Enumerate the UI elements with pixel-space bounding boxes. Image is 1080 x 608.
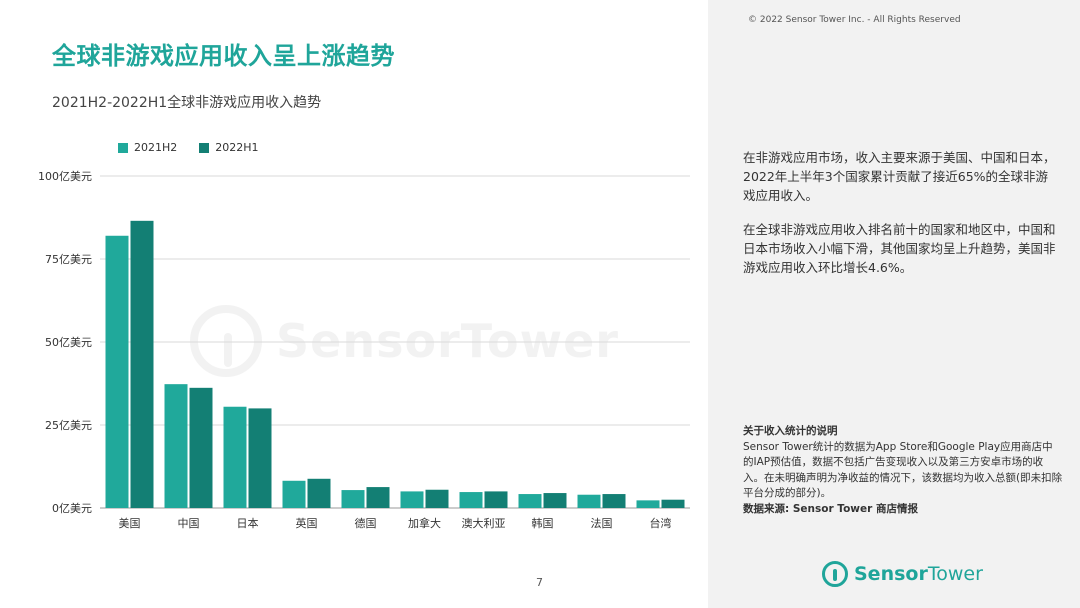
notes-heading: 关于收入统计的说明 <box>743 425 838 437</box>
bar <box>223 406 247 508</box>
bar <box>636 500 660 508</box>
y-tick-label: 75亿美元 <box>45 253 92 266</box>
x-tick-label: 加拿大 <box>408 516 441 530</box>
legend-label-2022h1: 2022H1 <box>215 141 259 154</box>
bar <box>602 494 626 508</box>
x-tick-label: 中国 <box>178 517 200 530</box>
summary-paragraph-1: 在非游戏应用市场，收入主要来源于美国、中国和日本，2022年上半年3个国家累计贡… <box>743 150 1056 203</box>
x-tick-label: 澳大利亚 <box>462 516 506 530</box>
bar <box>518 494 542 508</box>
bar <box>189 387 213 508</box>
bar <box>484 491 508 508</box>
bar <box>425 489 449 508</box>
x-tick-label: 日本 <box>237 516 259 530</box>
bar <box>282 480 306 508</box>
bar <box>577 494 601 508</box>
sensor-tower-logo-icon <box>822 561 848 587</box>
bar <box>661 499 685 508</box>
page-number: 7 <box>536 576 543 589</box>
chart-title: 2021H2-2022H1全球非游戏应用收入趋势 <box>52 95 322 111</box>
legend-label-2021h2: 2021H2 <box>134 141 178 154</box>
bar <box>130 220 154 508</box>
logo-text-sensor: Sensor <box>854 563 928 585</box>
notes-body: Sensor Tower统计的数据为App Store和Google Play应… <box>743 440 1063 500</box>
bar-chart: 0亿美元 25亿美元 50亿美元 75亿美元 100亿美元美国 中国 日本 英国 德国 加拿大 澳大… <box>38 170 690 530</box>
legend-item-2022h1: 2022H1 <box>199 141 259 154</box>
summary-paragraph-2: 在全球非游戏应用收入排名前十的国家和地区中，中国和日本市场收入小幅下滑，其他国家… <box>743 222 1056 275</box>
bar <box>543 493 567 508</box>
sensor-tower-logo: SensorTower <box>822 561 983 587</box>
bar <box>307 478 331 508</box>
bar <box>341 490 365 508</box>
x-tick-label: 德国 <box>355 516 377 530</box>
bar <box>164 384 188 508</box>
page-title: 全球非游戏应用收入呈上涨趋势 <box>52 42 395 70</box>
x-tick-label: 美国 <box>119 517 141 530</box>
x-tick-label: 台湾 <box>650 516 672 530</box>
data-source: 数据来源: Sensor Tower 商店情报 <box>743 502 918 515</box>
x-tick-label: 法国 <box>591 516 613 530</box>
logo-text-tower: Tower <box>927 563 983 585</box>
bar <box>105 235 129 508</box>
bar <box>248 408 272 508</box>
copyright-text: © 2022 Sensor Tower Inc. - All Rights Re… <box>748 15 961 25</box>
y-tick-label: 0亿美元 <box>52 502 92 515</box>
x-tick-label: 韩国 <box>532 516 554 530</box>
y-tick-label: 50亿美元 <box>45 336 92 349</box>
x-tick-label: 英国 <box>296 516 318 530</box>
bar <box>400 491 424 508</box>
main-panel: 全球非游戏应用收入呈上涨趋势 2021H2-2022H1全球非游戏应用收入趋势 … <box>0 0 708 608</box>
y-tick-label: 25亿美元 <box>45 419 92 432</box>
bar <box>366 487 390 508</box>
logo-text: SensorTower <box>854 563 983 585</box>
chart-legend: 2021H2 2022H1 <box>118 141 259 154</box>
legend-swatch-2021h2 <box>118 142 128 153</box>
y-tick-label: 100亿美元 <box>38 170 92 183</box>
notes-block: 关于收入统计的说明 Sensor Tower统计的数据为App Store和Go… <box>743 424 1063 517</box>
legend-item-2021h2: 2021H2 <box>118 141 177 154</box>
bar <box>459 492 483 508</box>
legend-swatch-2022h1 <box>199 142 210 153</box>
